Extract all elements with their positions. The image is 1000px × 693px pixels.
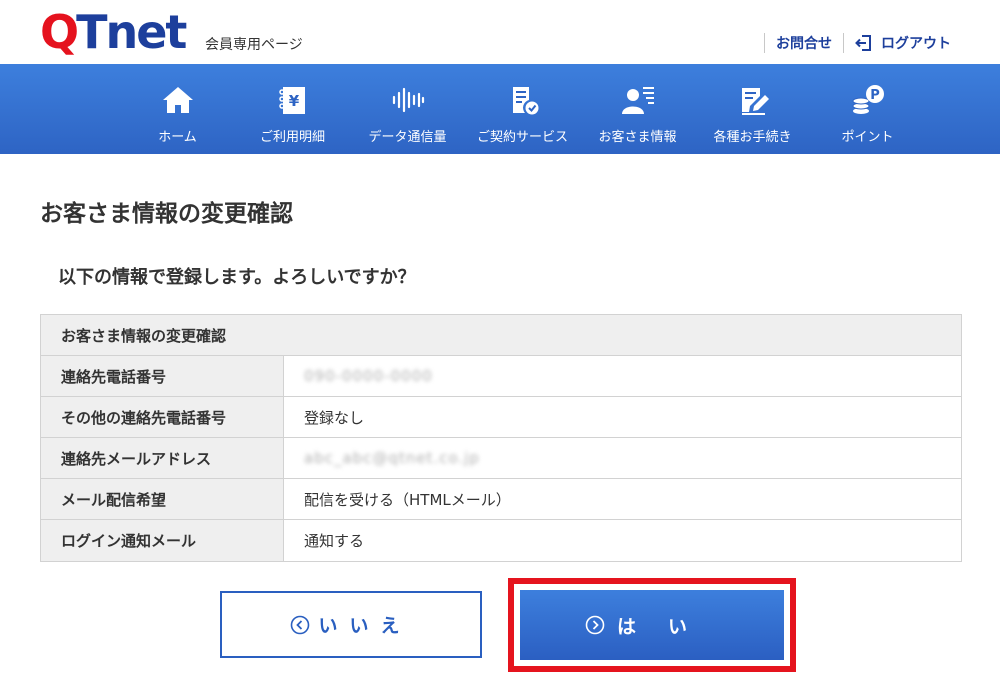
- nav-item-data-usage[interactable]: データ通信量: [350, 64, 465, 154]
- home-icon: [162, 87, 193, 113]
- row-label: ログイン通知メール: [41, 520, 284, 561]
- header-links: お問合せ ログアウト: [764, 32, 962, 54]
- row-label: 連絡先メールアドレス: [41, 438, 284, 478]
- member-page-subtitle: 会員専用ページ: [205, 37, 303, 53]
- logout-link[interactable]: ログアウト: [844, 33, 962, 53]
- nav-item-contract[interactable]: ご契約サービス: [465, 64, 580, 154]
- row-label: メール配信希望: [41, 479, 284, 519]
- nav-item-home[interactable]: ホーム: [120, 64, 235, 154]
- svg-text:P: P: [870, 88, 880, 103]
- contact-link-label: お問合せ: [776, 36, 832, 52]
- no-button[interactable]: いいえ: [220, 591, 482, 658]
- main-navigation: ホーム ¥ ご利用明細 データ通信量 ご契約サービス お客さま情報 各種お手続き…: [0, 64, 1000, 154]
- table-row: メール配信希望 配信を受ける（HTMLメール）: [41, 479, 961, 520]
- chevron-right-circle-icon: [585, 615, 605, 635]
- nav-item-procedure[interactable]: 各種お手続き: [695, 64, 810, 154]
- row-label: その他の連絡先電話番号: [41, 397, 284, 437]
- row-value: 090-0000-0000: [284, 356, 961, 396]
- no-button-label: いいえ: [318, 615, 412, 637]
- procedure-icon: [741, 88, 769, 115]
- nav-item-label: お客さま情報: [598, 130, 677, 145]
- nav-item-label: ポイント: [841, 130, 894, 145]
- table-row: 連絡先電話番号 090-0000-0000: [41, 356, 961, 397]
- logout-icon: [855, 35, 871, 51]
- table-row: その他の連絡先電話番号 登録なし: [41, 397, 961, 438]
- logo-q: Q: [40, 5, 79, 59]
- table-header: お客さま情報の変更確認: [41, 315, 961, 356]
- contract-icon: [512, 87, 538, 115]
- page-title: お客さま情報の変更確認: [40, 201, 293, 227]
- logout-link-label: ログアウト: [881, 36, 951, 52]
- confirmation-question: 以下の情報で登録します。よろしいですか？: [58, 267, 416, 288]
- points-icon: P: [852, 85, 884, 114]
- nav-item-label: 各種お手続き: [713, 130, 792, 145]
- qtnet-logo[interactable]: Q Tnet: [40, 5, 187, 59]
- site-header: Q Tnet 会員専用ページ お問合せ ログアウト: [0, 0, 1000, 64]
- yes-button[interactable]: はい: [520, 590, 784, 660]
- contact-link[interactable]: お問合せ: [765, 33, 843, 53]
- svg-text:¥: ¥: [288, 92, 299, 110]
- table-row: 連絡先メールアドレス abc_abc@qtnet.co.jp: [41, 438, 961, 479]
- chevron-left-circle-icon: [291, 615, 310, 634]
- nav-item-customer-info[interactable]: お客さま情報: [580, 64, 695, 154]
- row-value: abc_abc@qtnet.co.jp: [284, 438, 961, 478]
- data-usage-icon: [392, 87, 424, 113]
- nav-item-label: データ通信量: [368, 130, 447, 145]
- contact-phone-value: 090-0000-0000: [304, 367, 433, 385]
- logo-tnet: Tnet: [76, 5, 187, 59]
- contact-email-value: abc_abc@qtnet.co.jp: [304, 449, 480, 467]
- nav-item-label: ご利用明細: [259, 130, 325, 145]
- table-row: ログイン通知メール 通知する: [41, 520, 961, 561]
- row-label: 連絡先電話番号: [41, 356, 284, 396]
- row-value: 通知する: [304, 532, 365, 550]
- billing-icon: ¥: [278, 87, 305, 114]
- nav-item-label: ホーム: [158, 130, 197, 145]
- customer-info-icon: [621, 87, 654, 114]
- nav-item-label: ご契約サービス: [476, 130, 568, 145]
- confirmation-table: お客さま情報の変更確認 連絡先電話番号 090-0000-0000 その他の連絡…: [40, 314, 962, 562]
- row-value: 配信を受ける（HTMLメール）: [304, 490, 511, 509]
- yes-button-label: はい: [616, 615, 719, 638]
- nav-item-billing[interactable]: ¥ ご利用明細: [235, 64, 350, 154]
- row-value: 登録なし: [304, 408, 365, 427]
- nav-item-points[interactable]: P ポイント: [810, 64, 925, 154]
